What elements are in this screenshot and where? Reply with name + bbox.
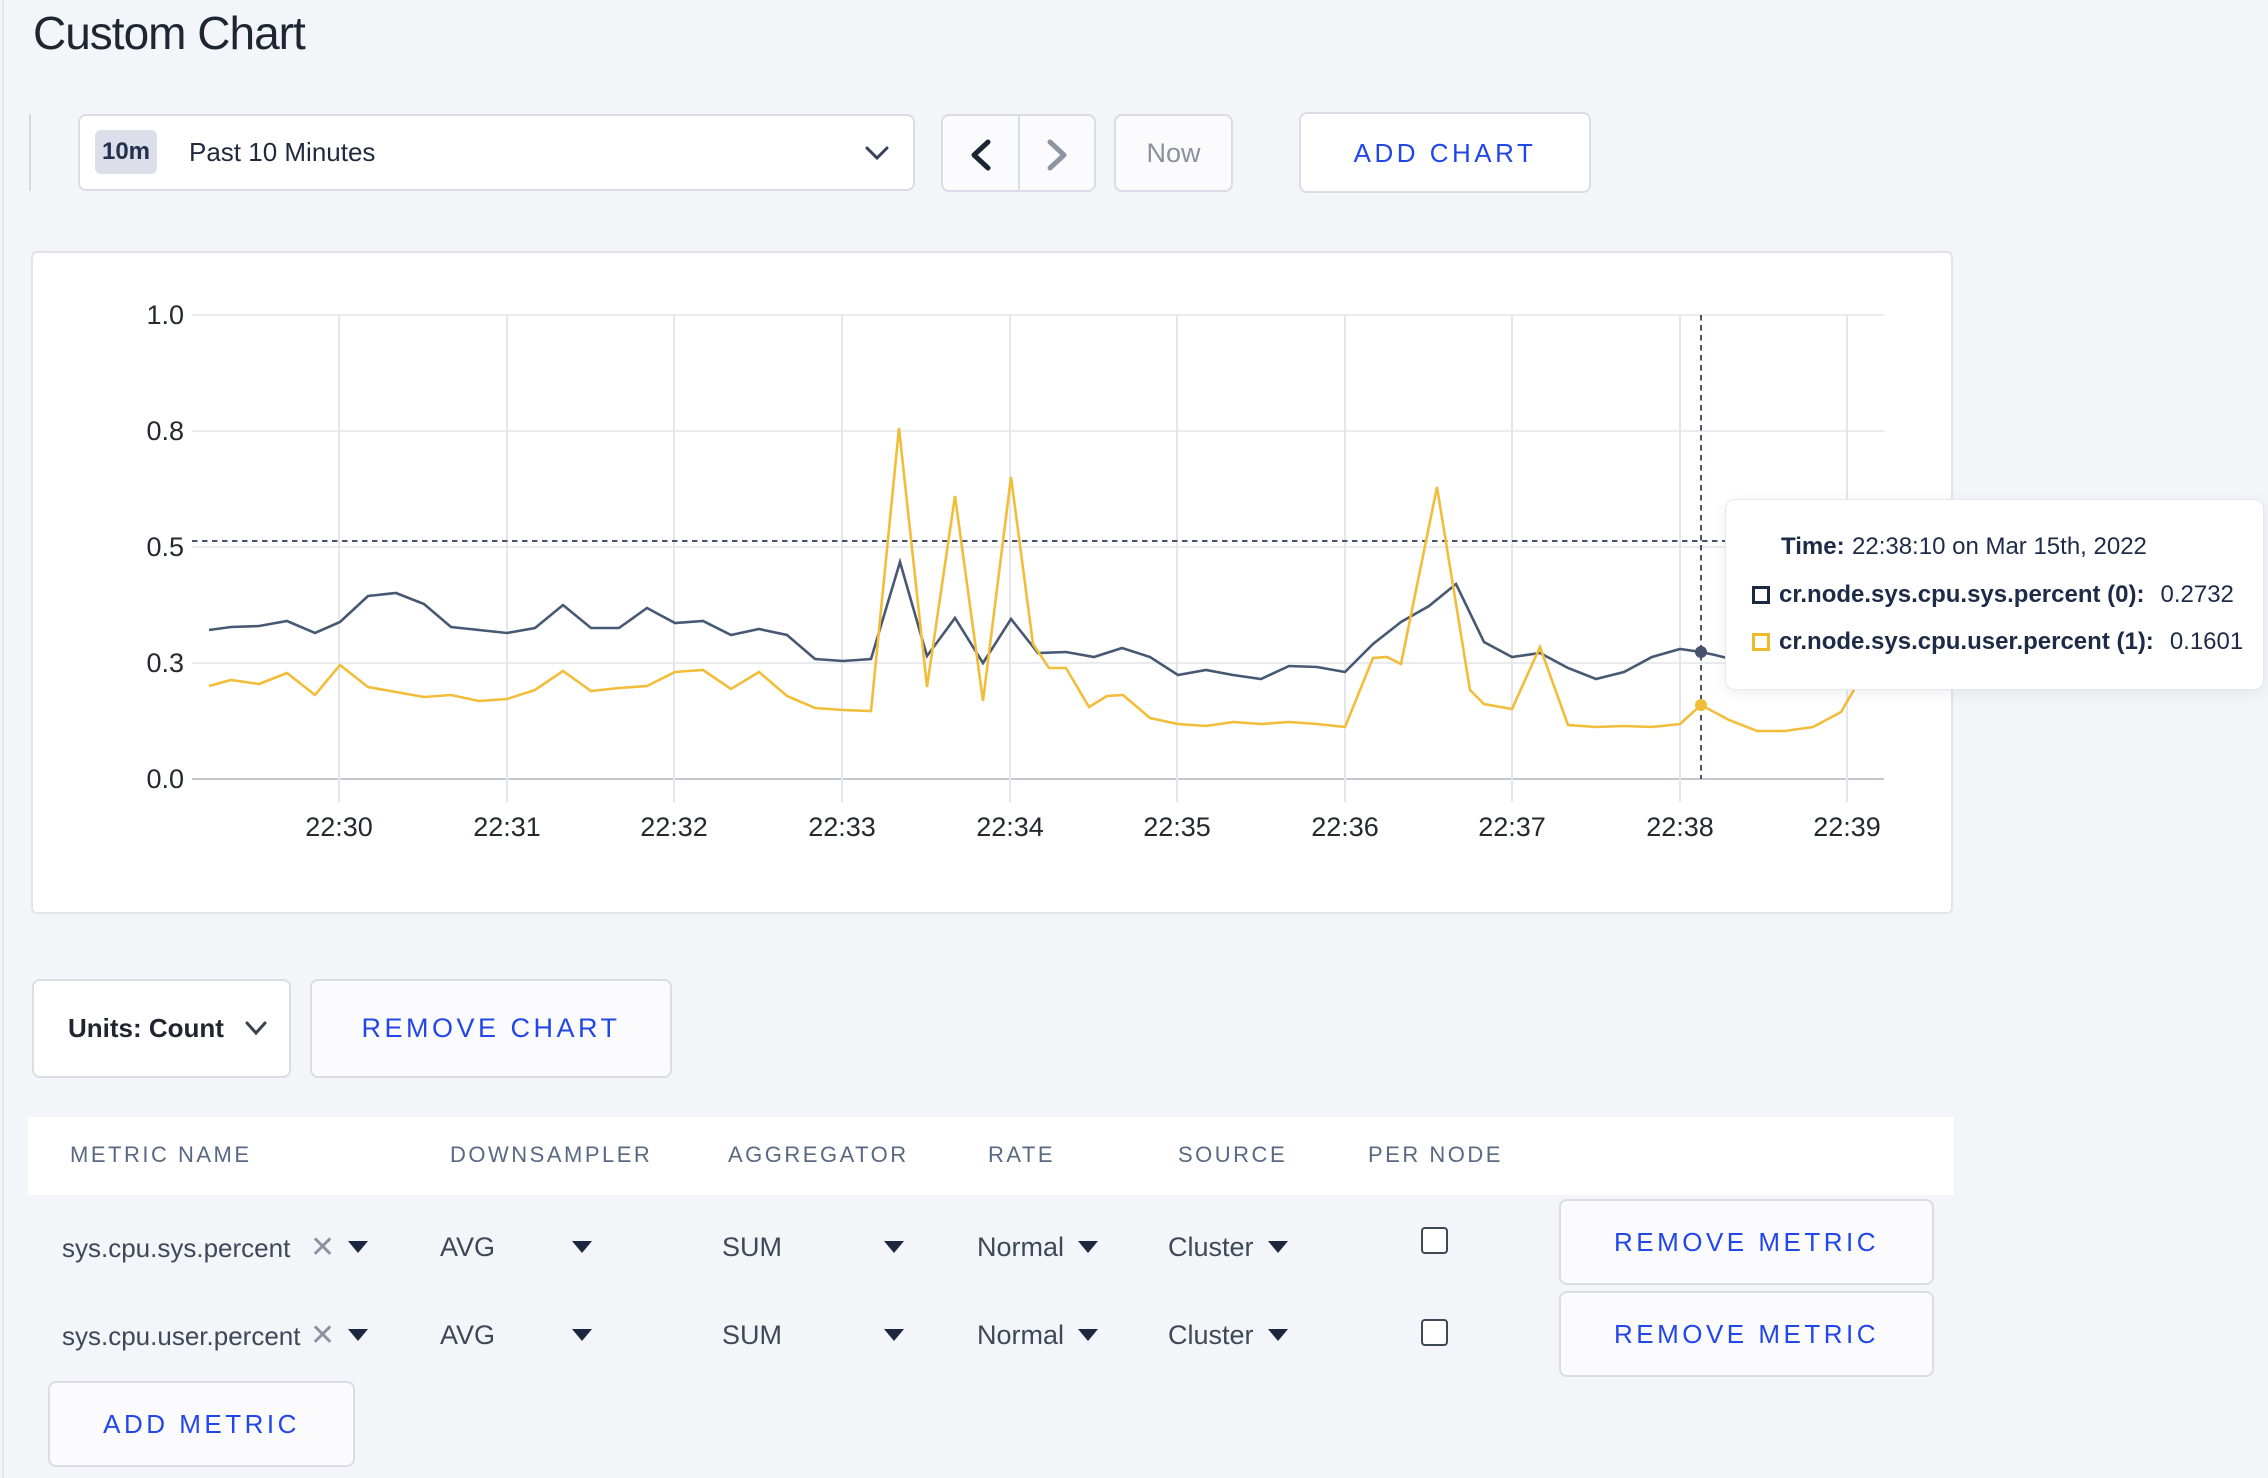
svg-text:22:32: 22:32 [640, 812, 708, 842]
svg-text:0.8: 0.8 [146, 416, 184, 446]
svg-text:22:33: 22:33 [808, 812, 876, 842]
svg-text:22:35: 22:35 [1143, 812, 1211, 842]
svg-text:0.5: 0.5 [146, 532, 184, 562]
svg-text:22:37: 22:37 [1478, 812, 1546, 842]
svg-text:22:36: 22:36 [1311, 812, 1379, 842]
svg-text:22:30: 22:30 [305, 812, 373, 842]
svg-text:0.3: 0.3 [146, 648, 184, 678]
svg-text:22:38: 22:38 [1646, 812, 1714, 842]
svg-text:22:31: 22:31 [473, 812, 541, 842]
svg-text:1.0: 1.0 [146, 300, 184, 330]
svg-text:0.0: 0.0 [146, 764, 184, 794]
svg-text:22:34: 22:34 [976, 812, 1044, 842]
svg-text:22:39: 22:39 [1813, 812, 1881, 842]
